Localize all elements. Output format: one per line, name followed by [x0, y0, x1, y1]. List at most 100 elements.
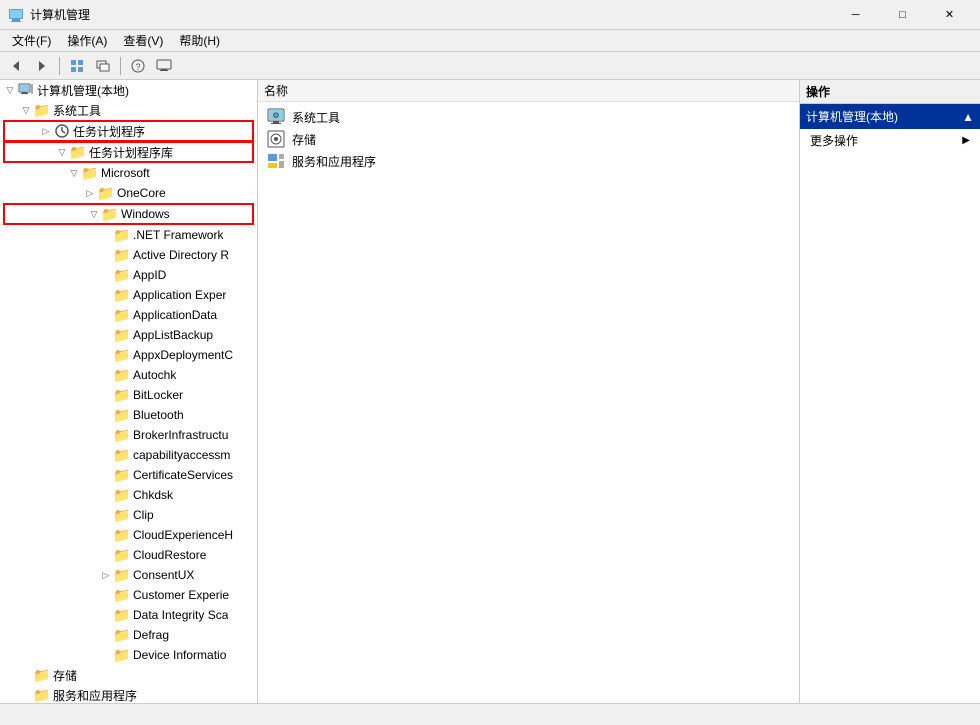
tree-node-windows-child-14[interactable]: 📁Clip [0, 505, 257, 525]
folder-icon-child-8: 📁 [114, 387, 130, 403]
center-item-label-2: 服务和应用程序 [292, 153, 376, 170]
folder-icon-child-13: 📁 [114, 487, 130, 503]
toggle-system-tools[interactable]: ▽ [18, 102, 34, 118]
tree-node-windows-child-21[interactable]: 📁Device Informatio [0, 645, 257, 665]
tree-label-windows: Windows [121, 207, 170, 221]
show-hide-button[interactable] [91, 55, 115, 77]
menu-view[interactable]: 查看(V) [115, 30, 171, 51]
spacer-child-7 [98, 367, 114, 383]
tree-node-windows-child-11[interactable]: 📁capabilityaccessm [0, 445, 257, 465]
help-button[interactable]: ? [126, 55, 150, 77]
tree-label-onecore: OneCore [117, 186, 166, 200]
tree-node-windows-child-18[interactable]: 📁Customer Experie [0, 585, 257, 605]
tree-node-windows-child-2[interactable]: 📁AppID [0, 265, 257, 285]
folder-icon-child-19: 📁 [114, 607, 130, 623]
tree-node-system-tools[interactable]: ▽ 📁 系统工具 [0, 100, 257, 120]
back-button[interactable] [4, 55, 28, 77]
tree-label-child-12: CertificateServices [133, 468, 233, 482]
window-title: 计算机管理 [30, 6, 833, 23]
center-item-1[interactable]: 存储 [262, 128, 795, 150]
tree-node-windows[interactable]: ▽ 📁 Windows [4, 204, 253, 224]
tree-node-task-scheduler-lib[interactable]: ▽ 📁 任务计划程序库 [4, 142, 253, 162]
main-container: ▽ 计算机管理(本地) ▽ 📁 系统工具 ▷ [0, 80, 980, 703]
actions-section-label: 计算机管理(本地) [806, 108, 898, 125]
folder-icon-child-20: 📁 [114, 627, 130, 643]
tree-node-microsoft[interactable]: ▽ 📁 Microsoft [0, 163, 257, 183]
menu-help[interactable]: 帮助(H) [171, 30, 228, 51]
center-item-label-1: 存储 [292, 131, 316, 148]
folder-icon-windows: 📁 [102, 206, 118, 222]
minimize-button[interactable]: ─ [833, 0, 878, 30]
toggle-task-scheduler[interactable]: ▷ [38, 123, 54, 139]
tree-node-windows-child-10[interactable]: 📁BrokerInfrastructu [0, 425, 257, 445]
spacer-child-4 [98, 307, 114, 323]
menu-file[interactable]: 文件(F) [4, 30, 59, 51]
tree-node-windows-child-1[interactable]: 📁Active Directory R [0, 245, 257, 265]
tree-node-windows-child-7[interactable]: 📁Autochk [0, 365, 257, 385]
tree-node-storage[interactable]: 📁 存储 [0, 665, 257, 685]
tree-label-child-9: Bluetooth [133, 408, 184, 422]
tree-label-child-8: BitLocker [133, 388, 183, 402]
tree-label-child-1: Active Directory R [133, 248, 229, 262]
tree-node-windows-child-9[interactable]: 📁Bluetooth [0, 405, 257, 425]
tree-node-windows-child-17[interactable]: ▷📁ConsentUX [0, 565, 257, 585]
tree-node-services[interactable]: 📁 服务和应用程序 [0, 685, 257, 703]
tree-node-task-scheduler[interactable]: ▷ 任务计划程序 [4, 121, 253, 141]
tree-node-windows-child-6[interactable]: 📁AppxDeploymentC [0, 345, 257, 365]
tree-node-windows-child-13[interactable]: 📁Chkdsk [0, 485, 257, 505]
tree-node-windows-child-20[interactable]: 📁Defrag [0, 625, 257, 645]
folder-icon-child-7: 📁 [114, 367, 130, 383]
spacer-child-2 [98, 267, 114, 283]
folder-icon-child-12: 📁 [114, 467, 130, 483]
folder-icon-child-2: 📁 [114, 267, 130, 283]
tree-node-root[interactable]: ▽ 计算机管理(本地) [0, 80, 257, 100]
spacer-child-3 [98, 287, 114, 303]
folder-icon-child-0: 📁 [114, 227, 130, 243]
folder-icon-services: 📁 [34, 687, 50, 703]
toggle-root[interactable]: ▽ [2, 82, 18, 98]
toggle-child-17[interactable]: ▷ [98, 567, 114, 583]
svg-text:⚙: ⚙ [272, 111, 279, 120]
folder-icon-child-3: 📁 [114, 287, 130, 303]
tree-node-windows-child-15[interactable]: 📁CloudExperienceH [0, 525, 257, 545]
svg-text:?: ? [135, 62, 140, 72]
more-actions-item[interactable]: 更多操作 ▶ [800, 129, 980, 151]
tree-node-windows-child-19[interactable]: 📁Data Integrity Sca [0, 605, 257, 625]
toggle-task-scheduler-lib[interactable]: ▽ [54, 144, 70, 160]
spacer-child-18 [98, 587, 114, 603]
window-controls: ─ □ ✕ [833, 0, 972, 30]
tree-node-windows-child-0[interactable]: 📁.NET Framework [0, 225, 257, 245]
folder-icon-child-10: 📁 [114, 427, 130, 443]
up-button[interactable] [65, 55, 89, 77]
folder-icon-child-18: 📁 [114, 587, 130, 603]
toggle-onecore[interactable]: ▷ [82, 185, 98, 201]
tree-label-child-13: Chkdsk [133, 488, 173, 502]
more-actions-label: 更多操作 [810, 132, 858, 149]
close-button[interactable]: ✕ [927, 0, 972, 30]
toggle-windows[interactable]: ▽ [86, 206, 102, 222]
tree-node-windows-child-5[interactable]: 📁AppListBackup [0, 325, 257, 345]
tree-node-onecore[interactable]: ▷ 📁 OneCore [0, 183, 257, 203]
tree-node-windows-child-12[interactable]: 📁CertificateServices [0, 465, 257, 485]
spacer-child-19 [98, 607, 114, 623]
tree-node-windows-child-3[interactable]: 📁Application Exper [0, 285, 257, 305]
menu-action[interactable]: 操作(A) [59, 30, 115, 51]
spacer-child-21 [98, 647, 114, 663]
computer-icon [18, 82, 34, 98]
spacer-child-16 [98, 547, 114, 563]
actions-panel-header: 操作 [800, 80, 980, 104]
tree-node-windows-child-4[interactable]: 📁ApplicationData [0, 305, 257, 325]
monitor-button[interactable] [152, 55, 176, 77]
center-item-0[interactable]: ⚙系统工具 [262, 106, 795, 128]
folder-icon-child-17: 📁 [114, 567, 130, 583]
tree-node-windows-child-8[interactable]: 📁BitLocker [0, 385, 257, 405]
maximize-button[interactable]: □ [880, 0, 925, 30]
spacer-storage [18, 667, 34, 683]
folder-icon-child-15: 📁 [114, 527, 130, 543]
center-item-2[interactable]: 服务和应用程序 [262, 150, 795, 172]
menu-bar: 文件(F) 操作(A) 查看(V) 帮助(H) [0, 30, 980, 52]
tree-node-windows-child-16[interactable]: 📁CloudRestore [0, 545, 257, 565]
toggle-microsoft[interactable]: ▽ [66, 165, 82, 181]
tree-label-child-20: Defrag [133, 628, 169, 642]
forward-button[interactable] [30, 55, 54, 77]
